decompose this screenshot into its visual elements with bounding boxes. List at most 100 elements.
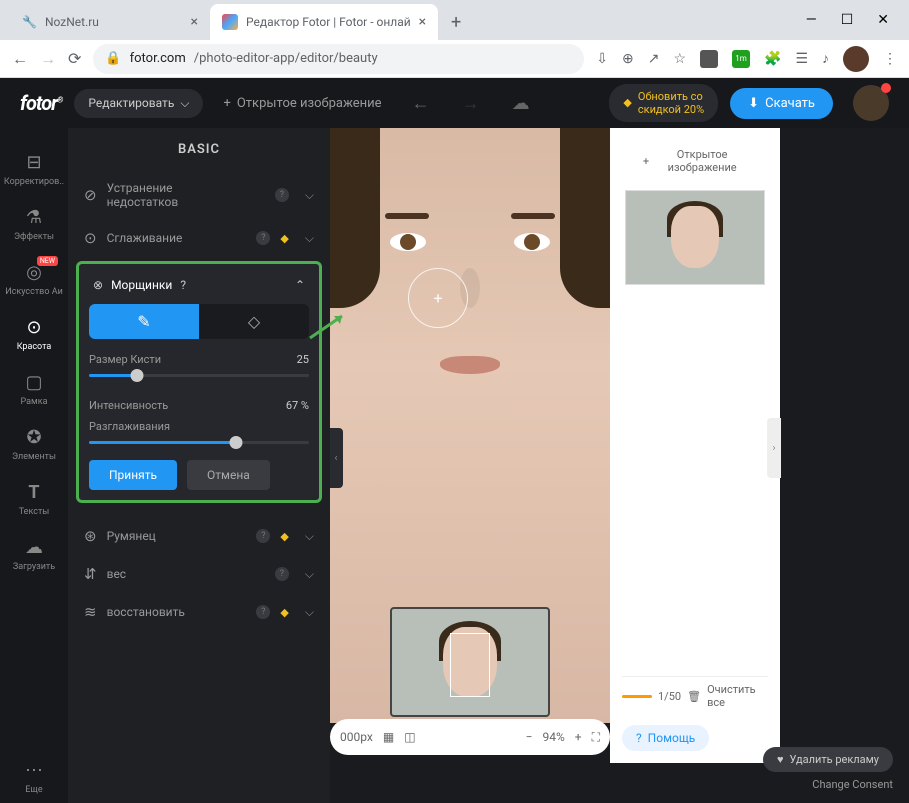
left-sidebar: ⊟Корректиров.. ⚗ Эффекты NEW◎Искусство Аи… [0,128,68,803]
sidebar-item-frame[interactable]: ▢Рамка [4,364,64,415]
zoom-out-icon[interactable]: − [526,730,533,744]
zoom-in-icon[interactable]: + [575,730,582,744]
help-icon[interactable]: ? [275,567,289,581]
chevron-up-icon: ⌃ [295,278,305,292]
layers-icon[interactable]: ◫ [404,730,415,744]
browser-tab-noznet[interactable]: 🔧 NozNet.ru × [10,4,210,40]
redo-icon[interactable]: → [452,93,490,114]
back-icon[interactable]: ← [12,49,28,69]
user-avatar[interactable] [853,85,889,121]
download-button[interactable]: ⬇ Скачать [730,88,833,119]
sidebar-item-beauty[interactable]: ⊙Красота [4,309,64,360]
sidebar-item-more[interactable]: ⋯Еще [4,752,64,803]
new-tab-button[interactable]: + [442,8,470,36]
promo-line: скидкой 20% [638,103,704,116]
close-icon[interactable]: × [419,14,426,30]
forward-icon[interactable]: → [40,49,56,69]
help-icon[interactable]: ? [180,278,186,292]
maximize-icon[interactable]: ☐ [841,12,854,28]
cancel-button[interactable]: Отмена [187,460,270,490]
menu-icon[interactable]: ⋮ [883,51,897,67]
sidebar-item-elements[interactable]: ✪Элементы [4,419,64,470]
close-icon[interactable]: × [191,14,198,30]
consent-link[interactable]: Change Consent [763,778,893,791]
fotor-favicon-icon [222,14,238,30]
slider-track[interactable] [89,374,309,377]
extensions-icon[interactable]: 🧩 [764,51,781,67]
help-icon[interactable]: ? [256,605,270,619]
slider-label: Размер Кисти [89,353,161,366]
tool-weight[interactable]: ⇵ вес ? ⌵ [68,555,330,593]
clear-all-button[interactable]: Очистить все [707,683,768,709]
slider-thumb[interactable] [230,436,243,449]
footer-corner: ♥ Удалить рекламу Change Consent [763,747,893,791]
images-panel: + Открытое изображение › 1/50 🗑 Очистить… [610,128,780,763]
slider-track[interactable] [89,441,309,444]
minimize-icon[interactable]: — [806,12,817,28]
brush-erase-tab[interactable]: ◇ [199,304,309,339]
cloud-icon[interactable]: ☁ [502,93,540,114]
help-icon[interactable]: ? [256,529,270,543]
browser-urlbar: ← → ⟳ 🔒 fotor.com /photo-editor-app/edit… [0,40,909,78]
window-controls: — ☐ ✕ [786,12,909,28]
expand-panel-handle[interactable]: › [767,418,781,478]
image-thumbnail[interactable] [625,190,765,285]
accept-button[interactable]: Принять [89,460,177,490]
tool-smooth[interactable]: ⊙ Сглаживание ? ◆ ⌵ [68,219,330,257]
fullscreen-icon[interactable]: ⛶ [592,730,600,745]
dimensions-label: 000px [340,730,373,744]
sidebar-item-upload[interactable]: ☁Загрузить [4,529,64,580]
brush-draw-tab[interactable]: ✎ [89,304,199,339]
tool-wrinkles-header[interactable]: ⊗ Морщинки ? ⌃ [89,274,309,304]
star-icon[interactable]: ☆ [673,51,686,67]
tool-blemish[interactable]: ⊘ Устранение недостатков ? ⌵ [68,171,330,219]
sidebar-item-ai[interactable]: NEW◎Искусство Аи [4,254,64,305]
button-label: Помощь [648,731,696,745]
open-image-button[interactable]: + Открытое изображение [215,96,389,111]
remove-ads-button[interactable]: ♥ Удалить рекламу [763,747,893,772]
collapse-panel-handle[interactable]: ‹ [330,428,343,488]
install-icon[interactable]: ⇩ [596,51,608,67]
slider-thumb[interactable] [131,369,144,382]
tool-label: восстановить [107,605,247,619]
help-icon[interactable]: ? [256,231,270,245]
tool-blush[interactable]: ⊛ Румянец ? ◆ ⌵ [68,517,330,555]
help-icon[interactable]: ? [275,188,289,202]
sidebar-item-effects[interactable]: ⚗ Эффекты [4,199,64,250]
extension-icon[interactable] [700,50,718,68]
image-icon[interactable]: ▦ [383,730,394,744]
zoom-icon[interactable]: ⊕ [622,51,634,67]
fotor-logo[interactable]: fotor® [20,91,62,115]
undo-icon[interactable]: ← [402,93,440,114]
sidebar-item-adjust[interactable]: ⊟Корректиров.. [4,144,64,195]
tool-label: Румянец [107,529,247,543]
media-icon[interactable]: ♪ [822,50,829,67]
add-image-button[interactable]: + Открытое изображение [622,140,768,182]
share-icon[interactable]: ↗ [648,51,660,67]
address-bar[interactable]: 🔒 fotor.com /photo-editor-app/editor/bea… [93,44,584,74]
profile-avatar[interactable] [843,46,869,72]
minimap[interactable] [390,607,550,717]
menuitem-label: Загрузить [13,562,55,572]
minimap-viewport[interactable] [450,633,490,697]
extension-badge-icon[interactable]: 1m [732,50,750,68]
browser-titlebar: 🔧 NozNet.ru × Редактор Fotor | Fotor - о… [0,0,909,40]
eraser-icon: ◇ [248,312,260,331]
upgrade-promo[interactable]: ◆ Обновить со скидкой 20% [609,84,718,122]
progress-bar [622,695,652,698]
flask-icon: ⚗ [26,207,42,228]
tool-restore[interactable]: ≋ восстановить ? ◆ ⌵ [68,593,330,631]
menuitem-label: Красота [17,342,52,352]
trash-icon[interactable]: 🗑 [687,690,701,703]
url-host: fotor.com [130,51,186,66]
sidebar-item-text[interactable]: TТексты [4,474,64,525]
help-button[interactable]: ? Помощь [622,725,709,751]
edit-dropdown[interactable]: Редактировать ⌵ [74,89,203,118]
reload-icon[interactable]: ⟳ [68,49,81,68]
tool-wrinkles-expanded: ⊗ Морщинки ? ⌃ ✎ ◇ Размер Кисти 25 Интен… [76,261,322,503]
menuitem-label: Эффекты [14,232,54,242]
close-icon[interactable]: ✕ [877,12,889,28]
canvas[interactable]: ‹ [330,128,610,723]
browser-tab-fotor[interactable]: Редактор Fotor | Fotor - онлай × [210,4,438,40]
reading-list-icon[interactable]: ☰ [795,51,808,67]
